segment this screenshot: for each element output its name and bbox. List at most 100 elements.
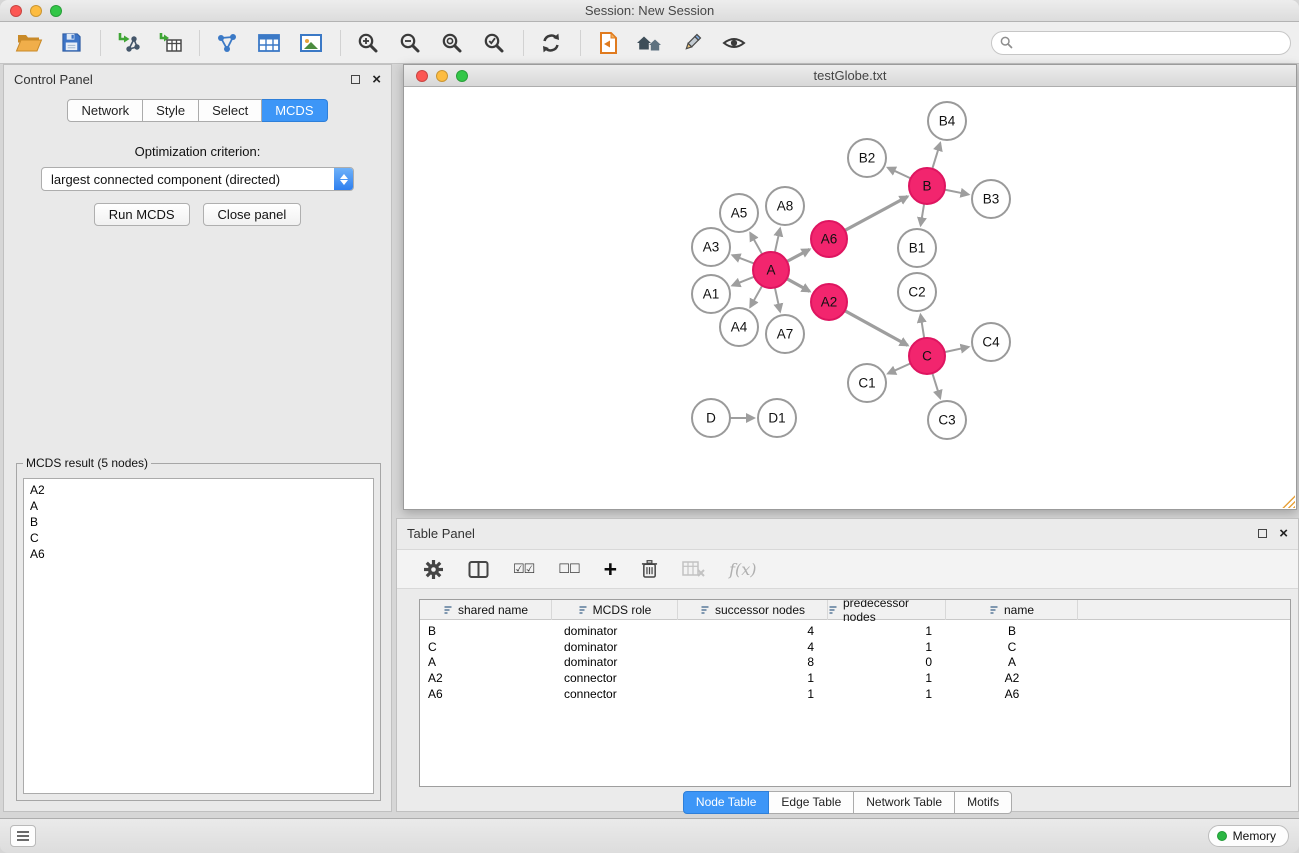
table-row[interactable]: Adominator80A xyxy=(420,655,1290,671)
graph-node-C[interactable]: C xyxy=(909,338,945,374)
open-report-button[interactable] xyxy=(591,27,625,59)
graph-node-D[interactable]: D xyxy=(692,399,730,437)
deselect-all-rows-button[interactable]: ☐☐ xyxy=(558,556,579,582)
zoom-selected-button[interactable] xyxy=(477,27,511,59)
tab-style[interactable]: Style xyxy=(143,99,199,122)
column-header-predecessor-nodes[interactable]: predecessor nodes xyxy=(828,600,946,620)
graph-edge-A-A7[interactable] xyxy=(775,288,780,312)
close-panel-button[interactable]: Close panel xyxy=(203,203,302,226)
tab-edge-table[interactable]: Edge Table xyxy=(769,791,854,814)
mcds-result-item[interactable]: A6 xyxy=(30,546,367,562)
graph-node-A5[interactable]: A5 xyxy=(720,194,758,232)
graph-node-A3[interactable]: A3 xyxy=(692,228,730,266)
graph-edge-A-A8[interactable] xyxy=(775,228,780,252)
graph-edge-A2-C[interactable] xyxy=(845,311,908,346)
criterion-dropdown[interactable]: largest connected component (directed) xyxy=(41,167,354,191)
graph-node-D1[interactable]: D1 xyxy=(758,399,796,437)
graph-node-B3[interactable]: B3 xyxy=(972,180,1010,218)
graph-node-B1[interactable]: B1 xyxy=(898,229,936,267)
graph-node-A8[interactable]: A8 xyxy=(766,187,804,225)
graph-node-A2[interactable]: A2 xyxy=(811,284,847,320)
import-network-button[interactable] xyxy=(111,27,145,59)
zoom-in-button[interactable] xyxy=(351,27,385,59)
network-graph[interactable]: A A1 A2 A3 A4 A5 A6 A7 A8 B B1 B2 B3 B4 C C1 C2 C3 C4 D D1 xyxy=(404,87,1296,509)
graph-node-B4[interactable]: B4 xyxy=(928,102,966,140)
search-input[interactable] xyxy=(1018,36,1282,50)
graph-node-A4[interactable]: A4 xyxy=(720,308,758,346)
export-table-button[interactable] xyxy=(252,27,286,59)
first-neighbors-button[interactable] xyxy=(633,27,667,59)
zoom-network-window-button[interactable] xyxy=(456,70,468,82)
table-row[interactable]: Cdominator41C xyxy=(420,640,1290,656)
close-panel-icon[interactable]: × xyxy=(372,72,381,87)
graph-node-A7[interactable]: A7 xyxy=(766,315,804,353)
graph-node-B2[interactable]: B2 xyxy=(848,139,886,177)
column-header-mcds-role[interactable]: MCDS role xyxy=(552,600,678,620)
graph-node-C2[interactable]: C2 xyxy=(898,273,936,311)
float-panel-icon[interactable] xyxy=(1258,529,1267,538)
zoom-out-button[interactable] xyxy=(393,27,427,59)
graph-edge-B-B4[interactable] xyxy=(932,143,940,169)
graph-edge-A-A2[interactable] xyxy=(787,279,810,292)
annotation-button[interactable] xyxy=(675,27,709,59)
graph-edge-A-A5[interactable] xyxy=(750,233,762,254)
table-row[interactable]: A6connector11A6 xyxy=(420,687,1290,703)
graph-edge-B-B3[interactable] xyxy=(945,190,969,195)
graph-edge-C-C3[interactable] xyxy=(932,373,940,398)
mcds-result-item[interactable]: C xyxy=(30,530,367,546)
open-session-button[interactable] xyxy=(12,27,46,59)
graph-node-C1[interactable]: C1 xyxy=(848,364,886,402)
select-all-rows-button[interactable]: ☑☑ xyxy=(513,556,534,582)
show-graphics-details-button[interactable] xyxy=(717,27,751,59)
column-header-name[interactable]: name xyxy=(946,600,1078,620)
import-table-button[interactable] xyxy=(153,27,187,59)
graph-edge-C-C4[interactable] xyxy=(945,347,969,352)
delete-table-button[interactable] xyxy=(682,556,705,582)
run-mcds-button[interactable]: Run MCDS xyxy=(94,203,190,226)
graph-node-C4[interactable]: C4 xyxy=(972,323,1010,361)
graph-edge-A6-B[interactable] xyxy=(845,196,908,230)
graph-edge-A-A1[interactable] xyxy=(732,277,754,286)
graph-node-A[interactable]: A xyxy=(753,252,789,288)
show-columns-button[interactable] xyxy=(468,556,489,582)
graph-edge-C-C1[interactable] xyxy=(888,363,911,373)
graph-node-B[interactable]: B xyxy=(909,168,945,204)
graph-node-A6[interactable]: A6 xyxy=(811,221,847,257)
mcds-result-item[interactable]: A xyxy=(30,498,367,514)
table-settings-button[interactable] xyxy=(423,556,444,582)
close-network-window-button[interactable] xyxy=(416,70,428,82)
column-header-successor-nodes[interactable]: successor nodes xyxy=(678,600,828,620)
tab-node-table[interactable]: Node Table xyxy=(683,791,770,814)
tab-network-table[interactable]: Network Table xyxy=(854,791,955,814)
export-image-button[interactable] xyxy=(294,27,328,59)
minimize-network-window-button[interactable] xyxy=(436,70,448,82)
graph-edge-B-B1[interactable] xyxy=(921,204,924,226)
tab-motifs[interactable]: Motifs xyxy=(955,791,1012,814)
zoom-window-button[interactable] xyxy=(50,5,62,17)
network-window-titlebar[interactable]: testGlobe.txt xyxy=(404,65,1296,87)
tab-network[interactable]: Network xyxy=(67,99,143,122)
function-builder-button[interactable]: f(x) xyxy=(729,556,756,582)
tab-mcds[interactable]: MCDS xyxy=(262,99,327,122)
apply-layout-button[interactable] xyxy=(534,27,568,59)
network-canvas[interactable]: A A1 A2 A3 A4 A5 A6 A7 A8 B B1 B2 B3 B4 C C1 C2 C3 C4 D D1 xyxy=(404,87,1296,509)
graph-edge-A-A3[interactable] xyxy=(732,255,754,263)
graph-node-A1[interactable]: A1 xyxy=(692,275,730,313)
save-session-button[interactable] xyxy=(54,27,88,59)
search-box[interactable] xyxy=(991,31,1291,55)
show-task-history-button[interactable] xyxy=(10,825,36,847)
add-column-button[interactable]: + xyxy=(604,556,617,582)
graph-node-C3[interactable]: C3 xyxy=(928,401,966,439)
table-row[interactable]: A2connector11A2 xyxy=(420,671,1290,687)
close-panel-icon[interactable]: × xyxy=(1279,526,1288,541)
column-header-shared-name[interactable]: shared name xyxy=(420,600,552,620)
minimize-window-button[interactable] xyxy=(30,5,42,17)
graph-edge-A-A6[interactable] xyxy=(787,249,810,261)
mcds-result-list[interactable]: A2ABCA6 xyxy=(23,478,374,794)
graph-edge-A-A4[interactable] xyxy=(750,286,762,307)
mcds-result-item[interactable]: B xyxy=(30,514,367,530)
mcds-result-item[interactable]: A2 xyxy=(30,482,367,498)
zoom-fit-button[interactable] xyxy=(435,27,469,59)
tab-select[interactable]: Select xyxy=(199,99,262,122)
window-resize-grip[interactable] xyxy=(1282,495,1295,508)
